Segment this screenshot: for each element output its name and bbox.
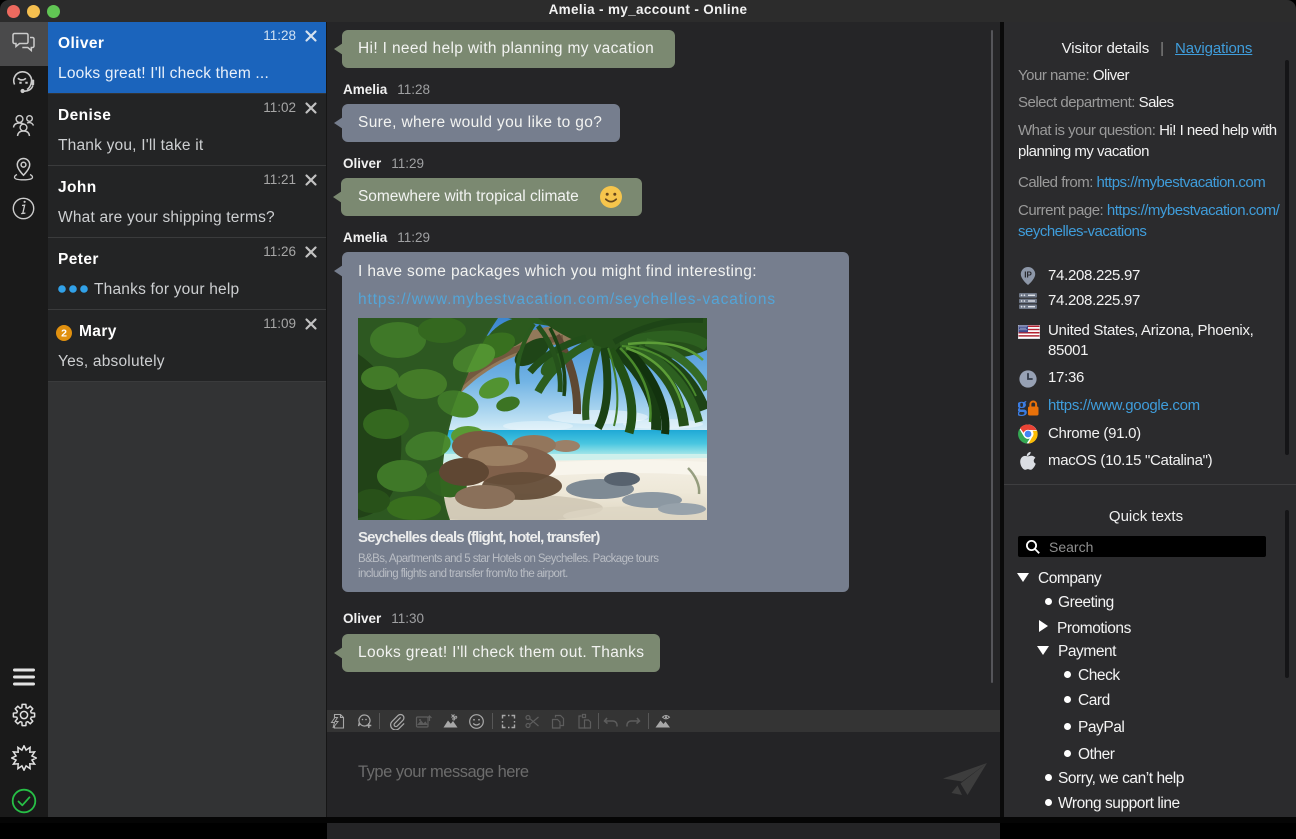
svg-text:g: g (1018, 395, 1028, 417)
svg-text:2: 2 (61, 328, 67, 340)
svg-text:IP: IP (1024, 271, 1032, 280)
